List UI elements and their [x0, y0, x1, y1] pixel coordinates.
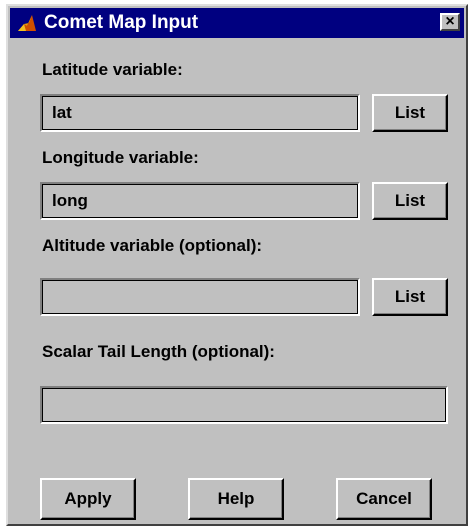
latitude-label: Latitude variable:	[42, 60, 183, 79]
title-bar[interactable]: Comet Map Input ×	[10, 8, 464, 38]
latitude-input[interactable]: lat	[40, 94, 360, 132]
window-title: Comet Map Input	[44, 12, 199, 33]
longitude-input[interactable]: long	[40, 182, 360, 220]
altitude-input[interactable]	[40, 278, 360, 316]
tail-length-label: Scalar Tail Length (optional):	[42, 342, 275, 361]
close-icon: ×	[445, 13, 455, 30]
altitude-label: Altitude variable (optional):	[42, 236, 263, 255]
tail-length-input[interactable]	[40, 386, 448, 424]
cancel-button[interactable]: Cancel	[336, 478, 432, 520]
comet-map-input-dialog: Comet Map Input × Latitude variable: lat…	[6, 4, 468, 526]
longitude-list-button[interactable]: List	[372, 182, 448, 220]
matlab-logo-icon	[16, 12, 38, 34]
apply-button[interactable]: Apply	[40, 478, 136, 520]
altitude-list-button[interactable]: List	[372, 278, 448, 316]
close-button[interactable]: ×	[440, 13, 460, 31]
help-button[interactable]: Help	[188, 478, 284, 520]
latitude-list-button[interactable]: List	[372, 94, 448, 132]
longitude-label: Longitude variable:	[42, 148, 199, 167]
